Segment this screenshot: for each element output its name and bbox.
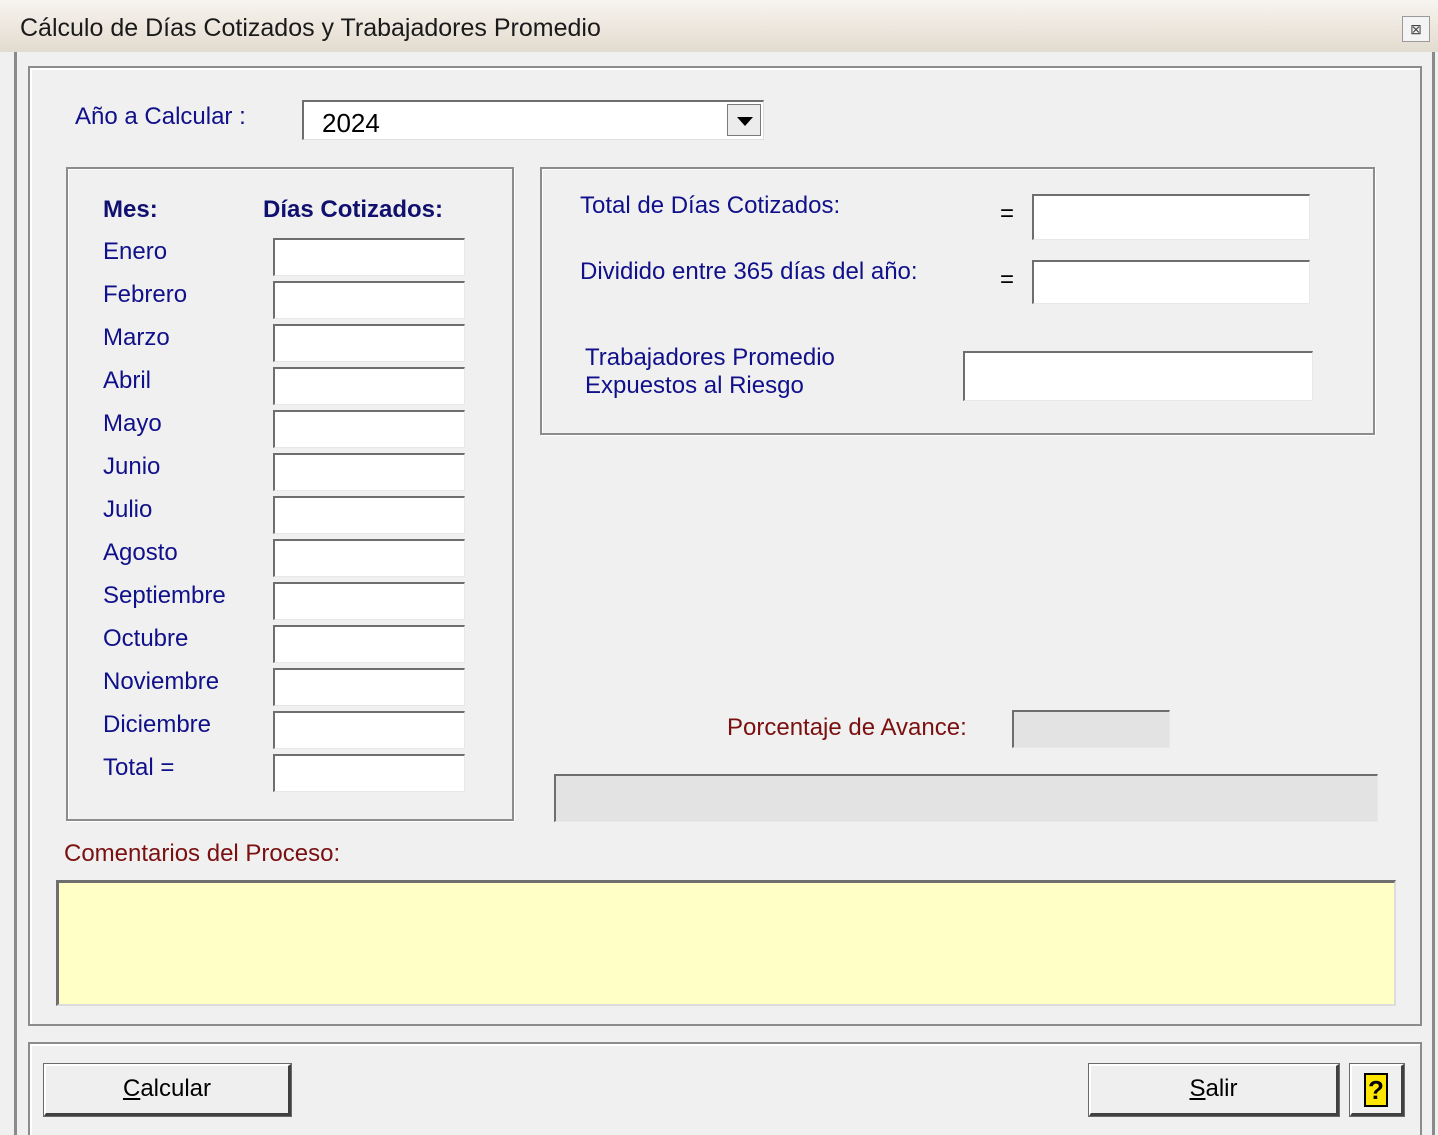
- month-label: Julio: [103, 496, 153, 523]
- year-label: Año a Calcular :: [75, 103, 246, 131]
- calcular-rest: alcular: [140, 1075, 212, 1102]
- calcular-mnemonic: C: [122, 1075, 141, 1102]
- salir-button[interactable]: Salir: [1088, 1063, 1340, 1117]
- month-label: Febrero: [103, 281, 188, 308]
- month-label: Diciembre: [103, 711, 212, 738]
- total-field[interactable]: [273, 754, 465, 792]
- month-label: Total =: [103, 754, 175, 781]
- workers-field[interactable]: [963, 351, 1313, 401]
- chevron-down-icon[interactable]: [727, 104, 761, 136]
- days-field[interactable]: [273, 367, 465, 405]
- progress-label: Porcentaje de Avance:: [727, 714, 967, 741]
- comments-label: Comentarios del Proceso:: [64, 840, 341, 867]
- days-field[interactable]: [273, 453, 465, 491]
- year-dropdown[interactable]: 2024: [302, 100, 764, 140]
- help-icon: ?: [1364, 1073, 1388, 1107]
- days-field[interactable]: [273, 582, 465, 620]
- window-frame-left: [14, 52, 17, 1135]
- total-days-label: Total de Días Cotizados:: [580, 192, 841, 219]
- month-column-header: Mes:: [103, 196, 158, 223]
- month-label: Agosto: [103, 539, 178, 566]
- month-label: Abril: [103, 367, 152, 394]
- close-icon[interactable]: ⊠: [1402, 16, 1430, 42]
- days-field[interactable]: [273, 281, 465, 319]
- days-column-header: Días Cotizados:: [263, 196, 444, 223]
- window-frame-right: [1432, 52, 1435, 1135]
- month-label: Marzo: [103, 324, 170, 351]
- days-field[interactable]: [273, 238, 465, 276]
- workers-label-line1: Trabajadores Promedio: [585, 344, 835, 371]
- days-field[interactable]: [273, 496, 465, 534]
- year-label-text: Año a Calcular :: [75, 103, 246, 130]
- year-dropdown-value: 2024: [322, 108, 380, 138]
- help-button[interactable]: ?: [1349, 1063, 1405, 1117]
- divided-equals: =: [1000, 266, 1015, 293]
- days-field[interactable]: [273, 625, 465, 663]
- month-label: Septiembre: [103, 582, 226, 609]
- days-field[interactable]: [273, 711, 465, 749]
- days-field[interactable]: [273, 668, 465, 706]
- month-label: Enero: [103, 238, 168, 265]
- month-label: Octubre: [103, 625, 189, 652]
- salir-rest: alir: [1205, 1075, 1238, 1102]
- divided-field[interactable]: [1032, 260, 1310, 304]
- calcular-button[interactable]: Calcular: [43, 1063, 292, 1117]
- workers-label-line2: Expuestos al Riesgo: [585, 372, 804, 399]
- divided-label: Dividido entre 365 días del año:: [580, 258, 918, 285]
- window-title: Cálculo de Días Cotizados y Trabajadores…: [20, 14, 601, 42]
- total-days-equals: =: [1000, 200, 1015, 227]
- month-label: Mayo: [103, 410, 162, 437]
- comments-area[interactable]: [56, 880, 1396, 1006]
- days-field[interactable]: [273, 539, 465, 577]
- progress-percent-field: [1012, 710, 1170, 748]
- month-label: Noviembre: [103, 668, 220, 695]
- days-field[interactable]: [273, 410, 465, 448]
- progress-bar: [554, 774, 1378, 822]
- days-field[interactable]: [273, 324, 465, 362]
- salir-mnemonic: S: [1189, 1075, 1206, 1102]
- total-days-field[interactable]: [1032, 194, 1310, 240]
- month-label: Junio: [103, 453, 161, 480]
